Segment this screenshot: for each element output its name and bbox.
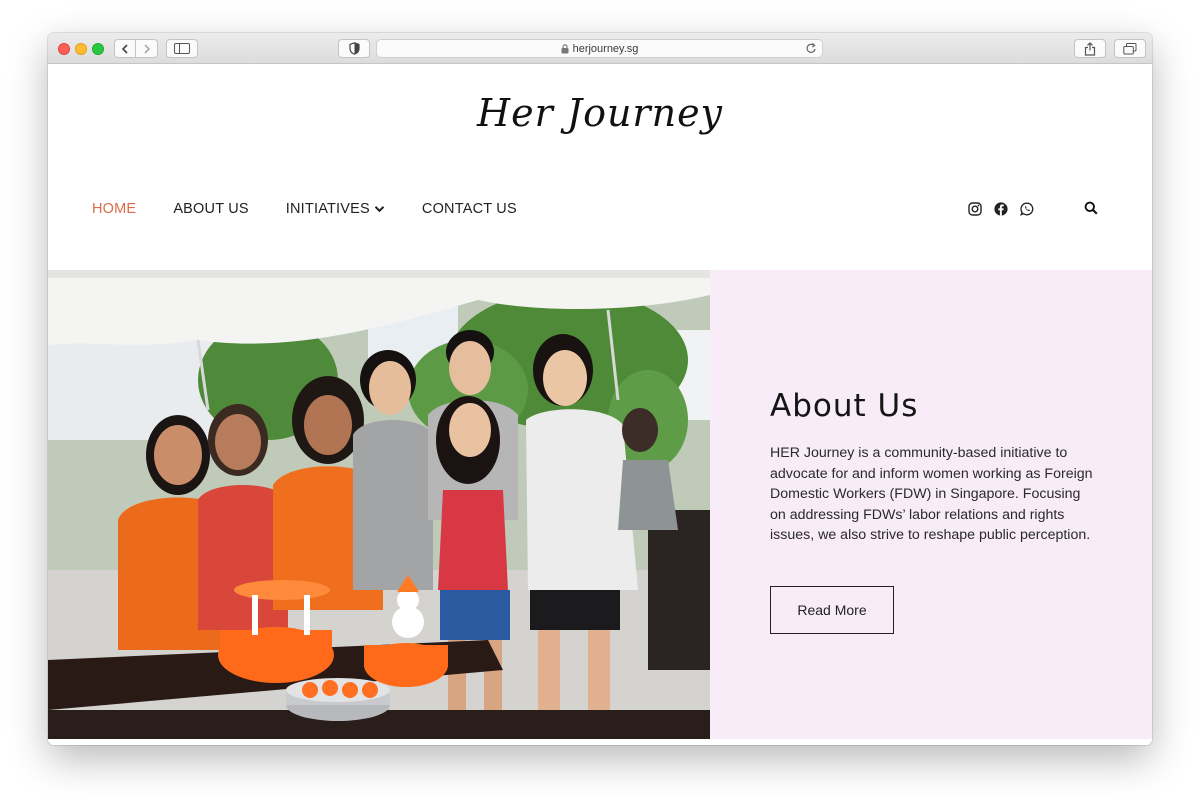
share-icon bbox=[1084, 41, 1096, 56]
tabs-icon bbox=[1123, 42, 1137, 54]
privacy-report-button[interactable] bbox=[338, 39, 370, 58]
browser-window: herjourney.sg Her Journey HOME ABOUT US … bbox=[48, 33, 1152, 745]
facebook-icon[interactable] bbox=[994, 202, 1008, 216]
whatsapp-icon[interactable] bbox=[1020, 202, 1034, 216]
reload-icon[interactable] bbox=[805, 42, 817, 58]
nav-home-label: HOME bbox=[92, 201, 137, 217]
address-bar[interactable]: herjourney.sg bbox=[376, 39, 823, 58]
social-links bbox=[968, 202, 1046, 216]
nav-initiatives[interactable]: INITIATIVES bbox=[286, 201, 385, 217]
nav-home[interactable]: HOME bbox=[92, 201, 136, 217]
chevron-down-icon bbox=[374, 205, 385, 213]
site-logo[interactable]: Her Journey bbox=[48, 91, 1152, 135]
about-title: About Us bbox=[770, 388, 919, 424]
instagram-icon[interactable] bbox=[968, 202, 982, 216]
close-window-button[interactable] bbox=[58, 43, 70, 55]
chevron-left-icon bbox=[121, 43, 128, 54]
about-description: HER Journey is a community-based initiat… bbox=[770, 445, 1093, 543]
shield-icon bbox=[348, 42, 360, 55]
back-button[interactable] bbox=[114, 39, 136, 58]
nav-about-us[interactable]: ABOUT US bbox=[173, 201, 248, 217]
maximize-window-button[interactable] bbox=[92, 43, 104, 55]
sidebar-toggle-button[interactable] bbox=[166, 39, 198, 58]
search-icon[interactable] bbox=[1084, 201, 1098, 215]
minimize-window-button[interactable] bbox=[75, 43, 87, 55]
website: Her Journey HOME ABOUT US INITIATIVES CO… bbox=[48, 65, 1152, 745]
share-button[interactable] bbox=[1074, 39, 1106, 58]
url-text: herjourney.sg bbox=[572, 42, 639, 55]
forward-button[interactable] bbox=[136, 39, 158, 58]
nav-about-us-label: ABOUT US bbox=[173, 201, 249, 217]
main-nav: HOME ABOUT US INITIATIVES CONTACT US bbox=[92, 201, 554, 217]
read-more-button[interactable]: Read More bbox=[770, 586, 894, 634]
nav-contact-us[interactable]: CONTACT US bbox=[422, 201, 517, 217]
lock-icon bbox=[561, 43, 569, 54]
about-panel: About Us HER Journey is a community-base… bbox=[710, 270, 1152, 739]
tab-overview-button[interactable] bbox=[1114, 39, 1146, 58]
sidebar-icon bbox=[174, 43, 190, 54]
nav-initiatives-label: INITIATIVES bbox=[285, 201, 370, 217]
hero-photo bbox=[48, 270, 710, 739]
chevron-right-icon bbox=[143, 43, 150, 54]
nav-contact-us-label: CONTACT US bbox=[421, 201, 517, 217]
browser-toolbar: herjourney.sg bbox=[48, 33, 1152, 64]
